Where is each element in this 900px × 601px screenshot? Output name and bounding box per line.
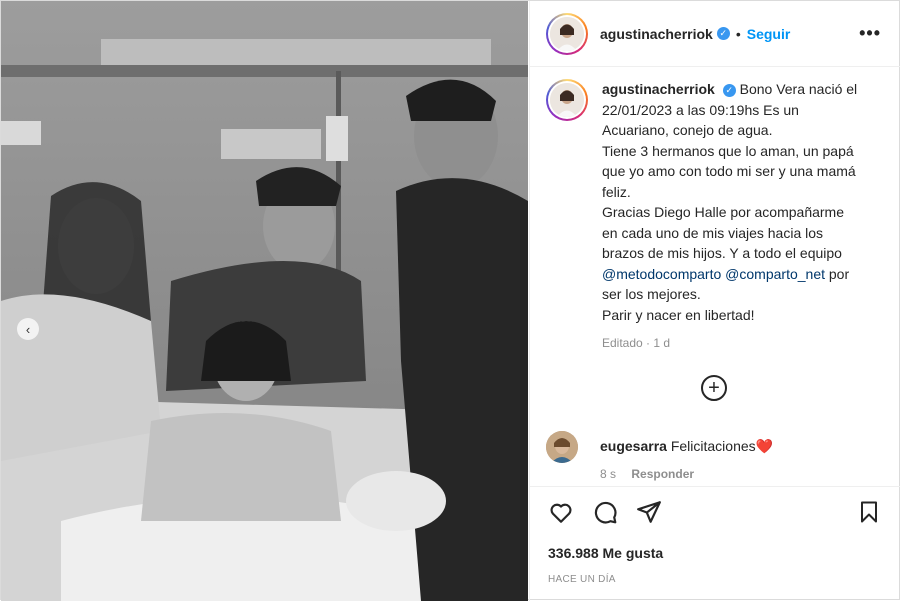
heart-emoji: ❤️ xyxy=(755,438,774,454)
comment-time: 8 s xyxy=(600,467,617,481)
comment-text: Felicitaciones xyxy=(670,438,756,454)
comment-avatar[interactable] xyxy=(546,431,578,463)
comment-icon[interactable] xyxy=(592,499,618,525)
verified-badge-icon: ✓ xyxy=(722,83,736,97)
carousel-prev-button[interactable]: ‹ xyxy=(17,318,39,340)
profile-photo-icon xyxy=(550,83,584,117)
mention-link[interactable]: @comparto_net xyxy=(725,266,825,282)
comment-username[interactable]: eugesarra xyxy=(600,438,667,454)
likes-count[interactable]: 336.988 Me gusta xyxy=(548,545,663,561)
follow-button[interactable]: Seguir xyxy=(747,26,791,42)
share-icon[interactable] xyxy=(636,499,662,525)
caption-username[interactable]: agustinacherriok xyxy=(602,81,715,97)
reply-button[interactable]: Responder xyxy=(631,467,694,481)
more-options-icon[interactable]: ••• xyxy=(859,23,881,44)
chevron-left-icon: ‹ xyxy=(25,321,31,337)
caption-line-3: Gracias Diego Halle por acompañarme en c… xyxy=(602,204,844,261)
post-photo[interactable]: ‹ xyxy=(1,1,528,601)
load-more-comments-button[interactable]: + xyxy=(701,375,727,401)
edited-meta: Editado · 1 d xyxy=(602,336,671,350)
verified-badge-icon: ✓ xyxy=(716,27,730,40)
comment-item: eugesarra Felicitaciones❤️ 8 s Responder xyxy=(546,431,773,483)
divider xyxy=(530,486,900,487)
caption-avatar[interactable] xyxy=(546,79,588,121)
edited-label: Editado xyxy=(602,336,643,350)
bookmark-icon[interactable] xyxy=(857,499,881,525)
caption-line-2: Tiene 3 hermanos que lo aman, un papá qu… xyxy=(602,142,856,200)
hospital-family-photo xyxy=(1,1,528,601)
post-sidebar: agustinacherriok ✓ • Seguir ••• agustina… xyxy=(529,1,900,601)
caption-line-5: Parir y nacer en libertad! xyxy=(602,306,755,323)
profile-photo-icon xyxy=(546,431,578,463)
avatar[interactable] xyxy=(546,12,588,55)
profile-photo-icon xyxy=(550,16,584,51)
mention-link[interactable]: @metodocomparto xyxy=(602,266,721,282)
header-username[interactable]: agustinacherriok xyxy=(600,26,713,42)
post-header: agustinacherriok ✓ • Seguir ••• xyxy=(530,1,900,67)
heart-icon[interactable] xyxy=(548,499,574,525)
header-separator: • xyxy=(735,25,741,42)
caption-text: agustinacherriok ✓ Bono Vera nació el 22… xyxy=(602,79,862,354)
post-modal: ‹ agustinacherriok ✓ • Seguir ••• agusti… xyxy=(0,0,900,601)
post-timestamp: HACE UN DÍA xyxy=(548,574,616,585)
action-bar xyxy=(548,499,662,525)
caption: agustinacherriok ✓ Bono Vera nació el 22… xyxy=(546,79,885,354)
edited-time: 1 d xyxy=(653,336,671,350)
